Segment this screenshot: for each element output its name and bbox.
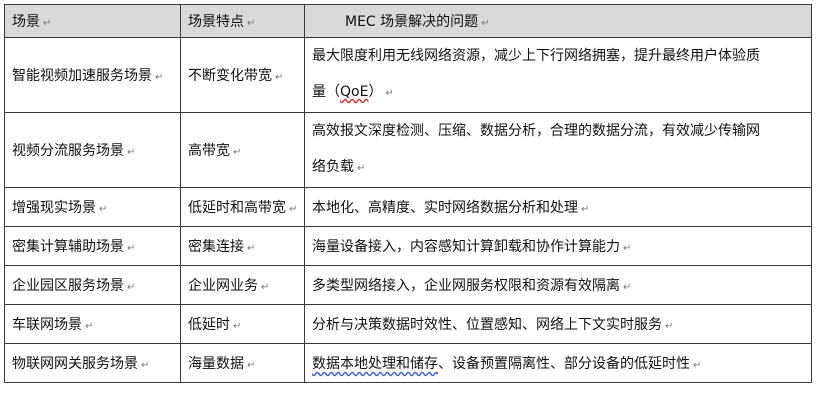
issue-cell: 最大限度利用无线网络资源，减少上下行网络拥塞，提升最终用户体验质 量（QoE） ↵ xyxy=(304,37,812,113)
issue-cell: 本地化、高精度、实时网络数据分析和处理 ↵ xyxy=(304,187,812,227)
feature-cell: 海量数据 ↵ xyxy=(180,343,305,383)
paragraph-mark: ↵ xyxy=(127,243,136,254)
issue-line: 最大限度利用无线网络资源，减少上下行网络拥塞，提升最终用户体验质 xyxy=(312,48,760,64)
table-row: 物联网网关服务场景 ↵ 海量数据 ↵ 数据本地处理和储存、设备预置隔离性、部分设备的… xyxy=(4,343,812,383)
issue-cell: 海量设备接入，内容感知计算卸载和协作计算能力 ↵ xyxy=(304,226,812,266)
feature-cell: 低延时和高带宽 ↵ xyxy=(180,187,305,227)
header-row: 场景 ↵ 场景特点 ↵ MEC 场景解决的问题 ↵ xyxy=(4,4,812,38)
paragraph-mark: ↵ xyxy=(275,72,284,83)
issue-text-underlined: 数据本地处理和储存 xyxy=(312,356,438,372)
paragraph-mark: ↵ xyxy=(261,282,270,293)
issue-cell: 高效报文深度检测、压缩、数据分析，合理的数据分流，有效减少传输网 络负载 ↵ xyxy=(304,112,812,188)
qoe-term: QoE xyxy=(340,84,369,100)
header-issue-label: MEC 场景解决的问题 xyxy=(345,14,479,30)
scene-cell: 车联网场景 ↵ xyxy=(4,304,181,344)
scene-text: 物联网网关服务场景 xyxy=(12,356,138,372)
paragraph-mark: ↵ xyxy=(385,88,394,99)
feature-cell: 密集连接 ↵ xyxy=(180,226,305,266)
feature-text: 密集连接 xyxy=(188,239,244,255)
issue-text: 分析与决策数据时效性、位置感知、网络上下文实时服务 xyxy=(312,317,662,333)
feature-text: 高带宽 xyxy=(188,143,230,159)
scene-cell: 物联网网关服务场景 ↵ xyxy=(4,343,181,383)
feature-text: 企业网业务 xyxy=(188,278,258,294)
issue-line: 高效报文深度检测、压缩、数据分析，合理的数据分流，有效减少传输网 xyxy=(312,123,760,139)
issue-text: 、设备预置隔离性、部分设备的低延时性 xyxy=(438,356,690,372)
paragraph-mark: ↵ xyxy=(127,282,136,293)
issue-text: 海量设备接入，内容感知计算卸载和协作计算能力 xyxy=(312,239,620,255)
paragraph-mark: ↵ xyxy=(481,18,490,29)
scene-text: 密集计算辅助场景 xyxy=(12,239,124,255)
scene-text: 智能视频加速服务场景 xyxy=(12,68,152,84)
mec-scenario-table: 场景 ↵ 场景特点 ↵ MEC 场景解决的问题 ↵ 智能视频加速服务场景 ↵ 不断变化带… xyxy=(4,4,812,383)
paragraph-mark: ↵ xyxy=(99,204,108,215)
paragraph-mark: ↵ xyxy=(665,321,674,332)
table-row: 企业园区服务场景 ↵ 企业网业务 ↵ 多类型网络接入，企业网服务权限和资源有效隔离 ↵ xyxy=(4,265,812,305)
scene-cell: 智能视频加速服务场景 ↵ xyxy=(4,37,181,113)
paragraph-mark: ↵ xyxy=(693,360,702,371)
scene-text: 企业园区服务场景 xyxy=(12,278,124,294)
header-feature-label: 场景特点 xyxy=(188,14,244,30)
issue-text: 多类型网络接入，企业网服务权限和资源有效隔离 xyxy=(312,278,620,294)
feature-cell: 企业网业务 ↵ xyxy=(180,265,305,305)
scene-text: 车联网场景 xyxy=(12,317,82,333)
scene-text: 视频分流服务场景 xyxy=(12,143,124,159)
header-issue: MEC 场景解决的问题 ↵ xyxy=(304,4,812,38)
issue-cell: 多类型网络接入，企业网服务权限和资源有效隔离 ↵ xyxy=(304,265,812,305)
feature-text: 海量数据 xyxy=(188,356,244,372)
paragraph-mark: ↵ xyxy=(247,243,256,254)
scene-cell: 增强现实场景 ↵ xyxy=(4,187,181,227)
paragraph-mark: ↵ xyxy=(233,321,242,332)
scene-text: 增强现实场景 xyxy=(12,200,96,216)
table-row: 密集计算辅助场景 ↵ 密集连接 ↵ 海量设备接入，内容感知计算卸载和协作计算能力 ↵ xyxy=(4,226,812,266)
feature-cell: 不断变化带宽 ↵ xyxy=(180,37,305,113)
issue-text: 络负载 xyxy=(312,159,354,175)
issue-text: 本地化、高精度、实时网络数据分析和处理 xyxy=(312,200,578,216)
paragraph-mark: ↵ xyxy=(141,360,150,371)
feature-cell: 低延时 ↵ xyxy=(180,304,305,344)
table-row: 视频分流服务场景 ↵ 高带宽 ↵ 高效报文深度检测、压缩、数据分析，合理的数据分流，… xyxy=(4,112,812,188)
scene-cell: 密集计算辅助场景 ↵ xyxy=(4,226,181,266)
issue-text: 量（ xyxy=(312,84,340,100)
header-scene: 场景 ↵ xyxy=(4,4,181,38)
paragraph-mark: ↵ xyxy=(581,204,590,215)
table-row: 增强现实场景 ↵ 低延时和高带宽 ↵ 本地化、高精度、实时网络数据分析和处理 ↵ xyxy=(4,187,812,227)
paragraph-mark: ↵ xyxy=(43,18,52,29)
paragraph-mark: ↵ xyxy=(127,147,136,158)
table-row: 智能视频加速服务场景 ↵ 不断变化带宽 ↵ 最大限度利用无线网络资源，减少上下行网络… xyxy=(4,37,812,113)
paragraph-mark: ↵ xyxy=(233,147,242,158)
paragraph-mark: ↵ xyxy=(247,18,256,29)
issue-text: ） xyxy=(368,84,383,100)
feature-text: 不断变化带宽 xyxy=(188,68,272,84)
paragraph-mark: ↵ xyxy=(289,204,298,215)
feature-text: 低延时 xyxy=(188,317,230,333)
paragraph-mark: ↵ xyxy=(357,163,366,174)
scene-cell: 视频分流服务场景 ↵ xyxy=(4,112,181,188)
paragraph-mark: ↵ xyxy=(85,321,94,332)
header-scene-label: 场景 xyxy=(12,14,40,30)
issue-line: 络负载 ↵ xyxy=(312,149,804,187)
issue-cell: 数据本地处理和储存、设备预置隔离性、部分设备的低延时性 ↵ xyxy=(304,343,812,383)
paragraph-mark: ↵ xyxy=(155,72,164,83)
paragraph-mark: ↵ xyxy=(623,243,632,254)
table-row: 车联网场景 ↵ 低延时 ↵ 分析与决策数据时效性、位置感知、网络上下文实时服务 ↵ xyxy=(4,304,812,344)
scene-cell: 企业园区服务场景 ↵ xyxy=(4,265,181,305)
issue-cell: 分析与决策数据时效性、位置感知、网络上下文实时服务 ↵ xyxy=(304,304,812,344)
paragraph-mark: ↵ xyxy=(623,282,632,293)
issue-line: 量（QoE） ↵ xyxy=(312,74,804,112)
header-feature: 场景特点 ↵ xyxy=(180,4,305,38)
paragraph-mark: ↵ xyxy=(247,360,256,371)
feature-cell: 高带宽 ↵ xyxy=(180,112,305,188)
feature-text: 低延时和高带宽 xyxy=(188,200,286,216)
